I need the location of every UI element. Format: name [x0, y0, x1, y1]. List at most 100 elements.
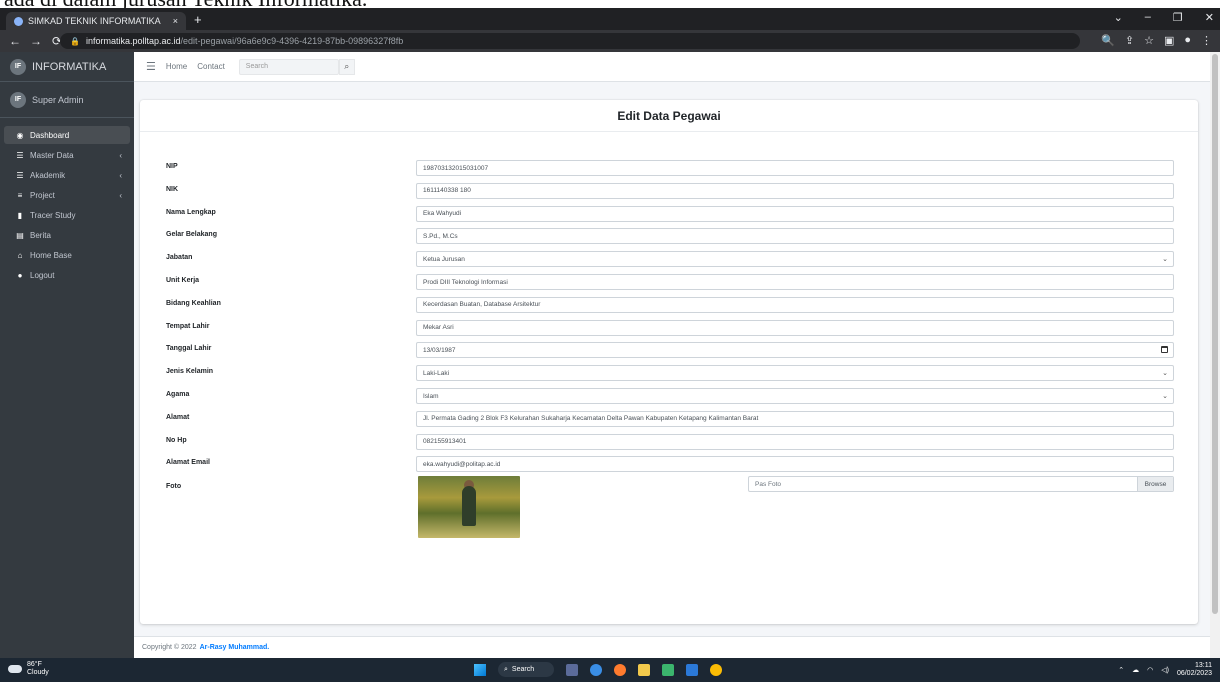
- nav-link-home[interactable]: Home: [166, 62, 187, 71]
- field-label: Alamat: [166, 413, 190, 421]
- sidebar-item-dashboard[interactable]: ◉ Dashboard: [4, 126, 130, 144]
- form-row-no-hp: No Hp 082155913401: [140, 433, 1198, 450]
- photo-file-input[interactable]: Pas Foto Browse: [748, 476, 1174, 492]
- wifi-icon[interactable]: ◠: [1147, 666, 1153, 674]
- field-label: Alamat Email: [166, 459, 210, 467]
- field-value: Mekar Asri: [423, 324, 454, 332]
- user-panel[interactable]: IF Super Admin: [0, 82, 134, 118]
- input-tanggal-lahir[interactable]: 13/03/1987: [416, 342, 1174, 359]
- favicon-icon: [14, 16, 23, 26]
- bookmark-star-icon[interactable]: ☆: [1144, 34, 1154, 47]
- copyright-text: Copyright © 2022: [142, 644, 197, 651]
- field-value: Eka Wahyudi: [423, 210, 462, 218]
- field-label: Bidang Keahlian: [166, 299, 221, 307]
- clock[interactable]: 13:11 06/02/2023: [1177, 662, 1212, 678]
- input-unit-kerja[interactable]: Prodi DIII Teknologi Informasi: [416, 274, 1174, 290]
- dashboard-icon: ◉: [16, 130, 24, 140]
- select-jenis-kelamin[interactable]: Laki-Laki ⌄: [416, 365, 1174, 382]
- sidebar-item-label: Akademik: [30, 170, 66, 180]
- sidebar-item-akademik[interactable]: ☰ Akademik ‹: [4, 166, 130, 184]
- page-scrollbar[interactable]: [1210, 52, 1220, 658]
- firefox-icon[interactable]: [614, 663, 626, 676]
- field-label: Agama: [166, 391, 190, 398]
- search-icon[interactable]: ⌕: [338, 58, 355, 75]
- form-row-nip: NIP 198703132015031007: [140, 160, 1198, 176]
- taskbar-apps: ⌕ Search: [474, 662, 722, 677]
- folder-icon[interactable]: [638, 663, 650, 676]
- share-icon[interactable]: ⇪: [1125, 34, 1134, 47]
- search-input[interactable]: Search: [238, 58, 339, 75]
- edge-icon[interactable]: [590, 663, 602, 676]
- file-manager-icon[interactable]: [566, 663, 578, 676]
- zoom-icon[interactable]: 🔍: [1101, 34, 1115, 47]
- sidebar-item-label: Dashboard: [30, 130, 70, 140]
- field-value: eka.wahyudi@politap.ac.id: [423, 460, 501, 468]
- input-gelar-belakang[interactable]: S.Pd., M.Cs: [416, 228, 1174, 245]
- tray-chevron-icon[interactable]: ⌃: [1118, 666, 1124, 674]
- database-icon: ≡: [17, 190, 23, 200]
- forward-icon[interactable]: →: [30, 34, 42, 48]
- input-no-hp[interactable]: 082155913401: [416, 433, 1174, 450]
- field-label: Unit Kerja: [166, 277, 200, 284]
- url-input[interactable]: 🔒 informatika.polltap.ac.id /edit-pegawa…: [60, 33, 1080, 49]
- calendar-icon[interactable]: [1161, 346, 1168, 354]
- browser-tab[interactable]: SIMKAD TEKNIK INFORMATIKA ×: [6, 12, 186, 30]
- form-row-alamat-email: Alamat Email eka.wahyudi@politap.ac.id: [140, 456, 1198, 473]
- brand-link[interactable]: IF INFORMATIKA: [0, 52, 134, 82]
- browse-button[interactable]: Browse: [1137, 477, 1173, 491]
- close-window-icon[interactable]: ✕: [1205, 11, 1214, 24]
- lock-icon: 🔒: [70, 36, 80, 46]
- back-icon[interactable]: ←: [9, 34, 21, 48]
- top-navbar: ☰ Home Contact Search ⌕: [134, 52, 1220, 82]
- scrollbar-thumb[interactable]: [1212, 54, 1218, 614]
- hamburger-menu-icon[interactable]: ☰: [146, 60, 156, 73]
- excel-icon[interactable]: [662, 663, 674, 676]
- user-avatar: IF: [10, 91, 26, 108]
- sidebar-item-project[interactable]: ≡ Project ‹: [4, 186, 130, 204]
- browser-tab-strip: SIMKAD TEKNIK INFORMATIKA × + ⌄ – ❐ ✕: [0, 8, 1220, 30]
- chrome-icon[interactable]: [710, 663, 722, 676]
- windows-start-icon[interactable]: [474, 663, 486, 676]
- restore-icon[interactable]: ❐: [1173, 11, 1183, 24]
- sidebar-menu: ◉ Dashboard ☰ Master Data ‹ ☰ Akademik ‹ ≡ Projec…: [0, 118, 134, 284]
- input-nama-lengkap[interactable]: Eka Wahyudi: [416, 205, 1174, 222]
- sidebar-item-master-data[interactable]: ☰ Master Data ‹: [4, 146, 130, 164]
- weather-widget[interactable]: 86°F Cloudy: [8, 661, 49, 677]
- word-icon[interactable]: [686, 663, 698, 676]
- tab-search-icon[interactable]: ⌄: [1114, 11, 1123, 24]
- new-tab-button[interactable]: +: [194, 12, 202, 27]
- author-link[interactable]: Ar-Rasy Muhammad.: [200, 644, 270, 651]
- field-value: Islam: [423, 392, 439, 400]
- tab-close-icon[interactable]: ×: [173, 16, 178, 26]
- sidepanel-icon[interactable]: ▣: [1164, 34, 1174, 47]
- profile-avatar-icon[interactable]: ●: [1184, 34, 1191, 47]
- brand-logo: IF: [10, 58, 26, 75]
- sidebar-item-berita[interactable]: ▤ Berita: [4, 226, 130, 244]
- brand-text: INFORMATIKA: [32, 60, 107, 73]
- select-agama[interactable]: Islam ⌄: [416, 388, 1174, 404]
- file-placeholder: Pas Foto: [755, 480, 782, 488]
- field-label: NIP: [166, 163, 178, 170]
- sidebar-item-logout[interactable]: ● Logout: [4, 266, 130, 284]
- input-nip[interactable]: 198703132015031007: [416, 160, 1174, 176]
- select-jabatan[interactable]: Ketua Jurusan ⌄: [416, 251, 1174, 268]
- field-value: Jl. Permata Gading 2 Blok F3 Kelurahan S…: [423, 415, 759, 423]
- input-alamat[interactable]: Jl. Permata Gading 2 Blok F3 Kelurahan S…: [416, 410, 1174, 427]
- list-icon: ☰: [16, 170, 24, 180]
- input-bidang-keahlian[interactable]: Kecerdasan Buatan, Database Arsitektur: [416, 296, 1174, 313]
- input-tempat-lahir[interactable]: Mekar Asri: [416, 319, 1174, 336]
- nav-link-contact[interactable]: Contact: [197, 62, 225, 71]
- taskbar-search[interactable]: ⌕ Search: [498, 662, 554, 677]
- volume-icon[interactable]: ◁): [1161, 666, 1169, 674]
- minimize-icon[interactable]: –: [1145, 11, 1151, 24]
- cloud-sync-icon[interactable]: ☁: [1132, 666, 1139, 674]
- input-alamat-email[interactable]: eka.wahyudi@politap.ac.id: [416, 456, 1174, 473]
- news-icon: ▤: [16, 230, 24, 240]
- address-bar: ← → ⟳ 🔒 informatika.polltap.ac.id /edit-…: [0, 30, 1220, 52]
- kebab-menu-icon[interactable]: ⋮: [1201, 34, 1212, 47]
- system-tray: ⌃ ☁ ◠ ◁) 13:11 06/02/2023: [1118, 662, 1212, 678]
- sidebar-item-home-base[interactable]: ⌂ Home Base: [4, 246, 130, 264]
- sidebar-item-tracer-study[interactable]: ▮ Tracer Study: [4, 206, 130, 224]
- input-nik[interactable]: 1611140338 180: [416, 182, 1174, 199]
- sidebar-item-label: Logout: [30, 270, 55, 280]
